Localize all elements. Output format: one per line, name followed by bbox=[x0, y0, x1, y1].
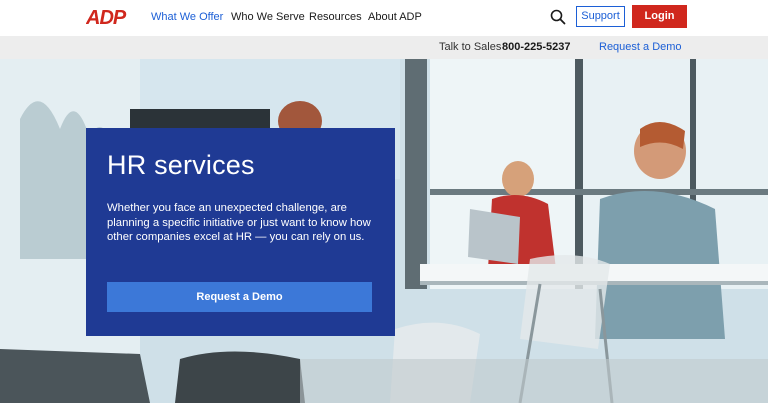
login-button[interactable]: Login bbox=[632, 5, 687, 28]
nav-who-we-serve[interactable]: Who We Serve bbox=[231, 11, 305, 23]
sales-phone-number[interactable]: 800-225-5237 bbox=[502, 41, 571, 53]
talk-to-sales-label: Talk to Sales bbox=[439, 41, 502, 53]
nav-about-adp[interactable]: About ADP bbox=[368, 11, 422, 23]
hero-description: Whether you face an unexpected challenge… bbox=[107, 202, 371, 244]
nav-resources[interactable]: Resources bbox=[309, 11, 362, 23]
top-navigation: ADP What We Offer Who We Serve Resources… bbox=[0, 0, 768, 36]
request-demo-link[interactable]: Request a Demo bbox=[599, 41, 682, 53]
adp-logo[interactable]: ADP bbox=[86, 7, 130, 27]
logo-text: ADP bbox=[86, 7, 127, 27]
hero-title: HR services bbox=[107, 150, 255, 180]
nav-what-we-offer[interactable]: What We Offer bbox=[151, 11, 223, 23]
search-icon[interactable] bbox=[550, 9, 566, 25]
hero-request-demo-button[interactable]: Request a Demo bbox=[107, 282, 372, 312]
support-button[interactable]: Support bbox=[576, 6, 625, 27]
